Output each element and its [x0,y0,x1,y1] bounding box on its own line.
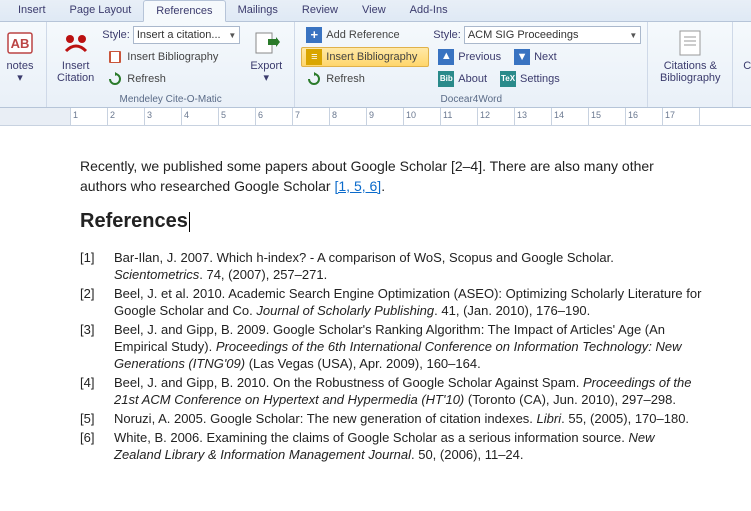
insert-citation-button[interactable]: Insert Citation [53,25,98,93]
tab-references[interactable]: References [143,0,225,22]
notes-button[interactable]: AB notes ▾ [0,25,40,93]
ribbon: AB notes ▾ Insert Citation Style: Insert… [0,22,751,108]
references-heading: References [80,210,703,233]
docear-about[interactable]: Bib About [433,69,492,89]
ruler[interactable]: 1234567891011121314151617 [0,108,751,126]
reference-item: [5]Noruzi, A. 2005. Google Scholar: The … [80,410,703,427]
tab-view[interactable]: View [350,0,398,21]
citations-bibliography-button[interactable]: Citations & Bibliography [654,25,726,93]
tab-addins[interactable]: Add-Ins [398,0,460,21]
tab-page-layout[interactable]: Page Layout [58,0,144,21]
mendeley-style-select[interactable]: Insert a citation...▼ [133,26,240,44]
arrow-down-icon: ▼ [514,49,530,65]
document-area[interactable]: Recently, we published some papers about… [0,126,751,485]
reference-item: [1]Bar-Ilan, J. 2007. Which h-index? - A… [80,249,703,283]
book-icon [107,49,123,65]
docear-next[interactable]: ▼ Next [509,47,562,67]
style-label: Style: [102,29,130,41]
tab-mailings[interactable]: Mailings [226,0,290,21]
group-label-mendeley: Mendeley Cite-O-Matic [53,93,288,106]
mendeley-insert-bibliography[interactable]: Insert Bibliography [102,47,240,67]
docear-style-label: Style: [433,29,461,41]
caption-icon [746,27,751,59]
bibliography-icon [674,27,706,59]
text-cursor [189,212,190,232]
plus-icon: + [306,27,322,43]
mendeley-icon [60,27,92,59]
refresh-icon [107,71,123,87]
list-icon: ≡ [306,49,322,65]
bibtex-icon: Bib [438,71,454,87]
docear-previous[interactable]: ▲ Previous [433,47,506,67]
docear-add-reference[interactable]: + Add Reference [301,25,429,45]
arrow-up-icon: ▲ [438,49,454,65]
references-list: [1]Bar-Ilan, J. 2007. Which h-index? - A… [80,249,703,463]
export-icon [250,27,282,59]
reference-item: [2]Beel, J. et al. 2010. Academic Search… [80,285,703,319]
docear-settings[interactable]: TeX Settings [495,69,565,89]
docear-insert-bibliography[interactable]: ≡ Insert Bibliography [301,47,429,67]
tab-insert[interactable]: Insert [6,0,58,21]
reference-item: [3]Beel, J. and Gipp, B. 2009. Google Sc… [80,321,703,372]
mendeley-refresh[interactable]: Refresh [102,69,240,89]
group-docear: + Add Reference ≡ Insert Bibliography Re… [295,22,648,107]
note-ab-icon: AB [4,27,36,59]
reference-item: [6]White, B. 2006. Examining the claims … [80,429,703,463]
caption-button[interactable]: Caption [739,25,751,93]
ribbon-tabs: Insert Page Layout References Mailings R… [0,0,751,22]
group-label-docear: Docear4Word [301,93,641,106]
docear-style-select[interactable]: ACM SIG Proceedings▼ [464,26,641,44]
mendeley-export[interactable]: Export▾ [244,25,288,93]
bibtex-icon: TeX [500,71,516,87]
group-mendeley: Insert Citation Style: Insert a citation… [47,22,295,107]
refresh-icon [306,71,322,87]
reference-item: [4]Beel, J. and Gipp, B. 2010. On the Ro… [80,374,703,408]
svg-text:AB: AB [11,36,30,51]
body-paragraph: Recently, we published some papers about… [80,156,703,196]
tab-review[interactable]: Review [290,0,350,21]
citation-link[interactable]: [1, 5, 6] [334,178,381,194]
docear-refresh[interactable]: Refresh [301,69,429,89]
